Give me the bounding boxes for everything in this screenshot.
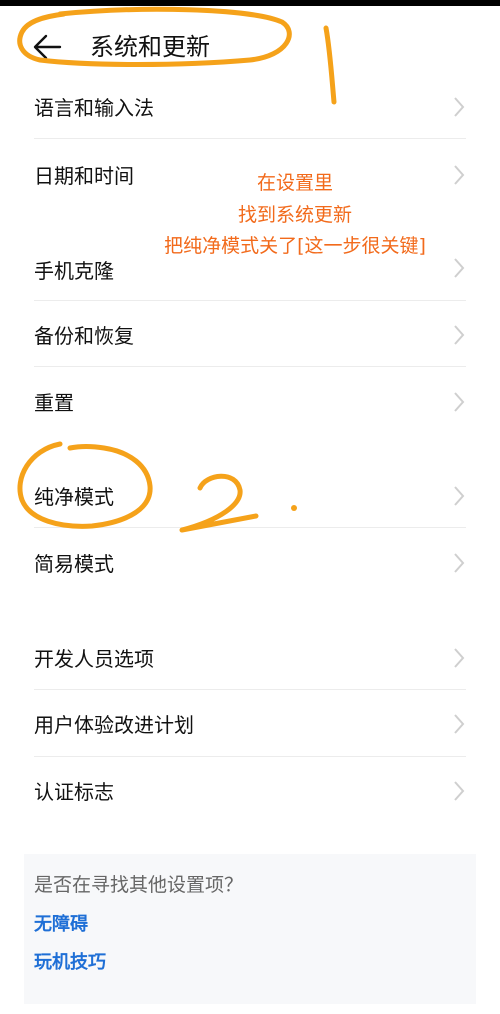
- chevron-right-icon: [454, 648, 465, 668]
- suggestions-title: 是否在寻找其他设置项？: [34, 874, 244, 896]
- settings-item-label: 开发人员选项: [34, 647, 154, 671]
- chevron-right-icon: [454, 486, 465, 506]
- chevron-right-icon: [454, 97, 465, 117]
- chevron-right-icon: [454, 165, 465, 185]
- settings-item-label: 重置: [34, 391, 74, 415]
- settings-item-label: 简易模式: [34, 552, 114, 576]
- settings-item-label: 用户体验改进计划: [34, 713, 194, 737]
- settings-item-label: 日期和时间: [34, 164, 134, 188]
- page-title: 系统和更新: [90, 33, 210, 61]
- settings-item-user-experience[interactable]: 用户体验改进计划: [34, 709, 466, 739]
- chevron-right-icon: [454, 258, 465, 278]
- settings-item-label: 备份和恢复: [34, 324, 134, 348]
- settings-item-label: 纯净模式: [34, 485, 114, 509]
- settings-item-phone-clone[interactable]: 手机克隆: [34, 255, 466, 285]
- chevron-right-icon: [454, 325, 465, 345]
- chevron-right-icon: [454, 392, 465, 412]
- app-header: 系统和更新: [0, 6, 500, 84]
- annotation-line-1: 在设置里: [256, 172, 333, 194]
- chevron-right-icon: [454, 714, 465, 734]
- divider: [34, 689, 466, 690]
- divider: [34, 756, 466, 757]
- settings-item-backup-restore[interactable]: 备份和恢复: [34, 320, 466, 350]
- annotation-line-3: 把纯净模式关了[这一步很关键]: [164, 235, 426, 257]
- back-arrow-icon: [33, 34, 62, 60]
- settings-item-language-input[interactable]: 语言和输入法: [34, 92, 466, 122]
- chevron-right-icon: [454, 781, 465, 801]
- link-accessibility[interactable]: 无障碍: [34, 910, 88, 936]
- back-button[interactable]: [30, 30, 70, 64]
- divider: [34, 300, 466, 301]
- divider: [34, 138, 466, 139]
- settings-item-developer-options[interactable]: 开发人员选项: [34, 643, 466, 673]
- chevron-right-icon: [454, 553, 465, 573]
- settings-item-certification[interactable]: 认证标志: [34, 776, 466, 806]
- annotation-line-2: 找到系统更新: [237, 204, 352, 226]
- settings-item-reset[interactable]: 重置: [34, 387, 466, 417]
- settings-item-label: 认证标志: [34, 780, 114, 804]
- settings-item-label: 手机克隆: [34, 259, 114, 283]
- settings-item-label: 语言和输入法: [34, 96, 154, 120]
- settings-item-simple-mode[interactable]: 简易模式: [34, 548, 466, 578]
- divider: [34, 366, 466, 367]
- link-phone-tips[interactable]: 玩机技巧: [34, 948, 106, 974]
